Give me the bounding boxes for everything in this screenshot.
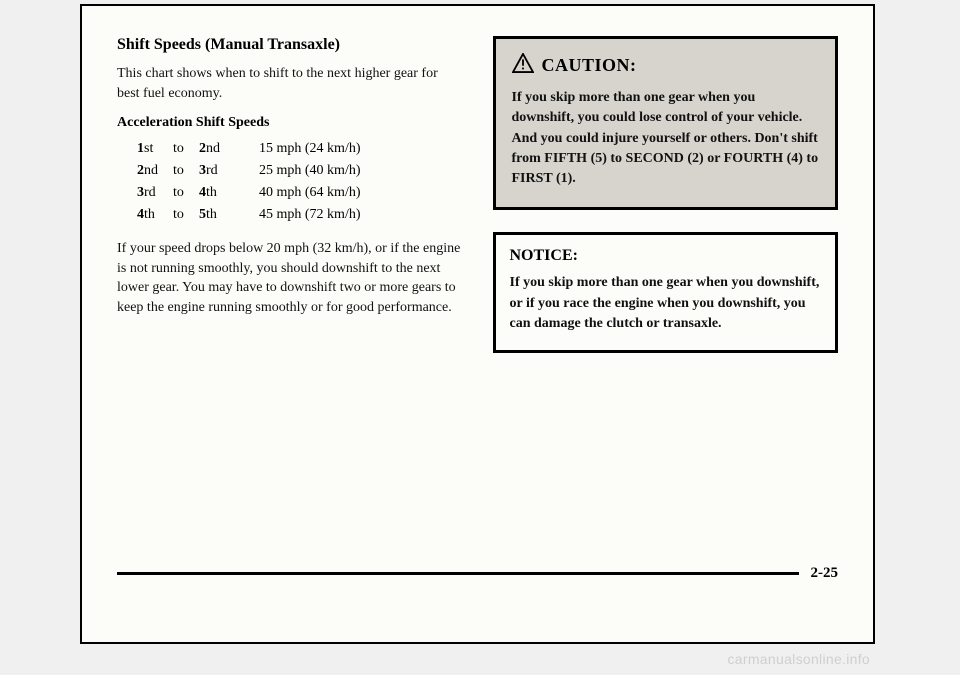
intro-text: This chart shows when to shift to the ne… — [117, 64, 463, 103]
horizontal-rule — [117, 572, 799, 575]
watermark: carmanualsonline.info — [728, 651, 871, 667]
shift-to: 2nd — [199, 141, 259, 157]
section-heading: Shift Speeds (Manual Transaxle) — [117, 36, 463, 54]
page-number: 2-25 — [811, 565, 839, 582]
shift-to: 3rd — [199, 163, 259, 179]
caution-box: CAUTION: If you skip more than one gear … — [493, 36, 839, 210]
table-row: 1st to 2nd 15 mph (24 km/h) — [137, 141, 463, 157]
table-row: 2nd to 3rd 25 mph (40 km/h) — [137, 163, 463, 179]
content-columns: Shift Speeds (Manual Transaxle) This cha… — [82, 36, 873, 353]
shift-speed: 45 mph (72 km/h) — [259, 207, 463, 223]
shift-speed-table: 1st to 2nd 15 mph (24 km/h) 2nd to 3rd 2… — [137, 141, 463, 223]
notice-title: NOTICE: — [510, 247, 822, 265]
caution-header: CAUTION: — [512, 53, 820, 78]
table-row: 4th to 5th 45 mph (72 km/h) — [137, 207, 463, 223]
subheading: Acceleration Shift Speeds — [117, 115, 463, 131]
shift-from: 4th — [137, 207, 173, 223]
shift-from: 1st — [137, 141, 173, 157]
shift-from: 2nd — [137, 163, 173, 179]
shift-speed: 15 mph (24 km/h) — [259, 141, 463, 157]
caution-text: If you skip more than one gear when you … — [512, 88, 820, 189]
caution-title: CAUTION: — [542, 55, 637, 76]
shift-speed: 40 mph (64 km/h) — [259, 185, 463, 201]
body-text: If your speed drops below 20 mph (32 km/… — [117, 239, 463, 317]
shift-to: 5th — [199, 207, 259, 223]
notice-box: NOTICE: If you skip more than one gear w… — [493, 232, 839, 353]
shift-to-word: to — [173, 185, 199, 201]
shift-to: 4th — [199, 185, 259, 201]
table-row: 3rd to 4th 40 mph (64 km/h) — [137, 185, 463, 201]
shift-to-word: to — [173, 141, 199, 157]
left-column: Shift Speeds (Manual Transaxle) This cha… — [117, 36, 463, 353]
shift-from: 3rd — [137, 185, 173, 201]
manual-page: Shift Speeds (Manual Transaxle) This cha… — [80, 4, 875, 644]
notice-text: If you skip more than one gear when you … — [510, 273, 822, 334]
shift-speed: 25 mph (40 km/h) — [259, 163, 463, 179]
footer-rule: 2-25 — [117, 565, 838, 582]
shift-to-word: to — [173, 207, 199, 223]
warning-triangle-icon — [512, 53, 534, 78]
shift-to-word: to — [173, 163, 199, 179]
right-column: CAUTION: If you skip more than one gear … — [493, 36, 839, 353]
